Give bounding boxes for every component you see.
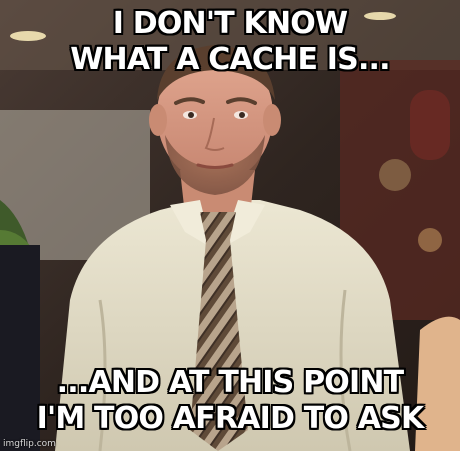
tie-knot — [200, 212, 236, 240]
shelf-object — [379, 159, 411, 191]
ear-left — [149, 104, 167, 136]
shelf-object — [418, 228, 442, 252]
pupil-right — [239, 112, 245, 118]
ear-right — [263, 104, 281, 136]
pupil-left — [188, 112, 194, 118]
watermark: imgflip.com — [3, 439, 56, 449]
bottom-caption-line-1: ...AND AT THIS POINT — [56, 365, 404, 400]
bottom-caption: ...AND AT THIS POINT I'M TOO AFRAID TO A… — [0, 365, 460, 437]
top-caption-line-1: I DON'T KNOW — [112, 6, 348, 41]
bottom-caption-line-2: I'M TOO AFRAID TO ASK — [36, 401, 425, 436]
top-caption: I DON'T KNOW WHAT A CACHE IS... — [0, 6, 460, 78]
top-caption-line-2: WHAT A CACHE IS... — [70, 42, 390, 77]
shelf-decor — [410, 90, 450, 160]
meme-image: I DON'T KNOW WHAT A CACHE IS... ...AND A… — [0, 0, 460, 451]
